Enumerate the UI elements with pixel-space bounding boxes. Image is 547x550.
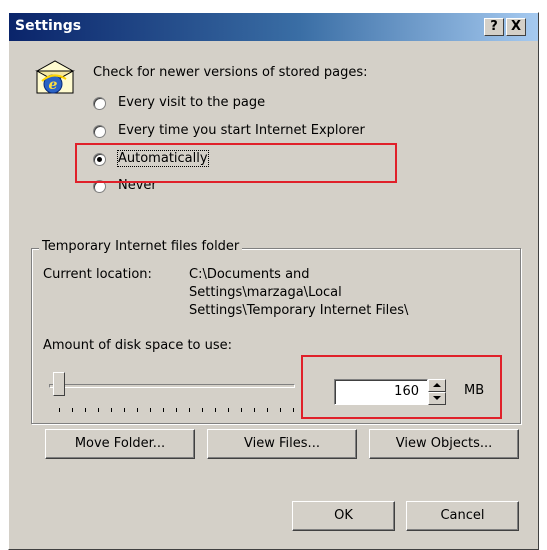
disk-space-slider-track[interactable]	[49, 384, 295, 388]
view-objects-button[interactable]: View Objects...	[369, 429, 519, 459]
slider-tick	[98, 408, 99, 412]
slider-tick	[150, 408, 151, 412]
cancel-button[interactable]: Cancel	[406, 501, 519, 531]
help-button[interactable]: ?	[484, 18, 504, 36]
slider-tick	[72, 408, 73, 412]
slider-tick	[241, 408, 242, 412]
location-line-2: Settings\marzaga\Local	[189, 285, 342, 300]
slider-tick	[293, 408, 294, 412]
slider-tick	[202, 408, 203, 412]
slider-tick	[189, 408, 190, 412]
current-location-label: Current location:	[43, 267, 152, 282]
slider-tick	[176, 408, 177, 412]
close-button[interactable]: X	[506, 18, 526, 36]
slider-tick	[111, 408, 112, 412]
disk-space-label: Amount of disk space to use:	[43, 338, 233, 353]
slider-tick	[280, 408, 281, 412]
radio-label: Every visit to the page	[118, 95, 266, 110]
location-line-3: Settings\Temporary Internet Files\	[189, 303, 409, 318]
slider-tick	[59, 408, 60, 412]
slider-ticks	[59, 408, 295, 414]
radio-button[interactable]	[93, 125, 106, 138]
disk-space-slider-thumb[interactable]	[53, 372, 65, 396]
slider-tick	[215, 408, 216, 412]
slider-tick	[228, 408, 229, 412]
settings-dialog: Settings ? X e Check for newer versions …	[8, 12, 539, 550]
radio-label: Every time you start Internet Explorer	[118, 123, 365, 138]
slider-tick	[85, 408, 86, 412]
svg-text:e: e	[49, 77, 58, 93]
slider-tick	[124, 408, 125, 412]
highlight-disk-space	[301, 355, 502, 419]
check-prompt: Check for newer versions of stored pages…	[93, 65, 368, 80]
group-title: Temporary Internet files folder	[39, 239, 243, 254]
location-line-1: C:\Documents and	[189, 267, 310, 282]
slider-tick	[163, 408, 164, 412]
slider-tick	[254, 408, 255, 412]
radio-button[interactable]	[93, 97, 106, 110]
window-title: Settings	[15, 18, 82, 34]
ok-button[interactable]: OK	[292, 501, 395, 531]
highlight-automatically	[75, 143, 397, 183]
slider-tick	[267, 408, 268, 412]
title-bar[interactable]: Settings ? X	[9, 13, 538, 41]
view-files-button[interactable]: View Files...	[207, 429, 357, 459]
move-folder-button[interactable]: Move Folder...	[45, 429, 195, 459]
internet-explorer-folder-icon: e	[35, 60, 75, 94]
slider-tick	[137, 408, 138, 412]
